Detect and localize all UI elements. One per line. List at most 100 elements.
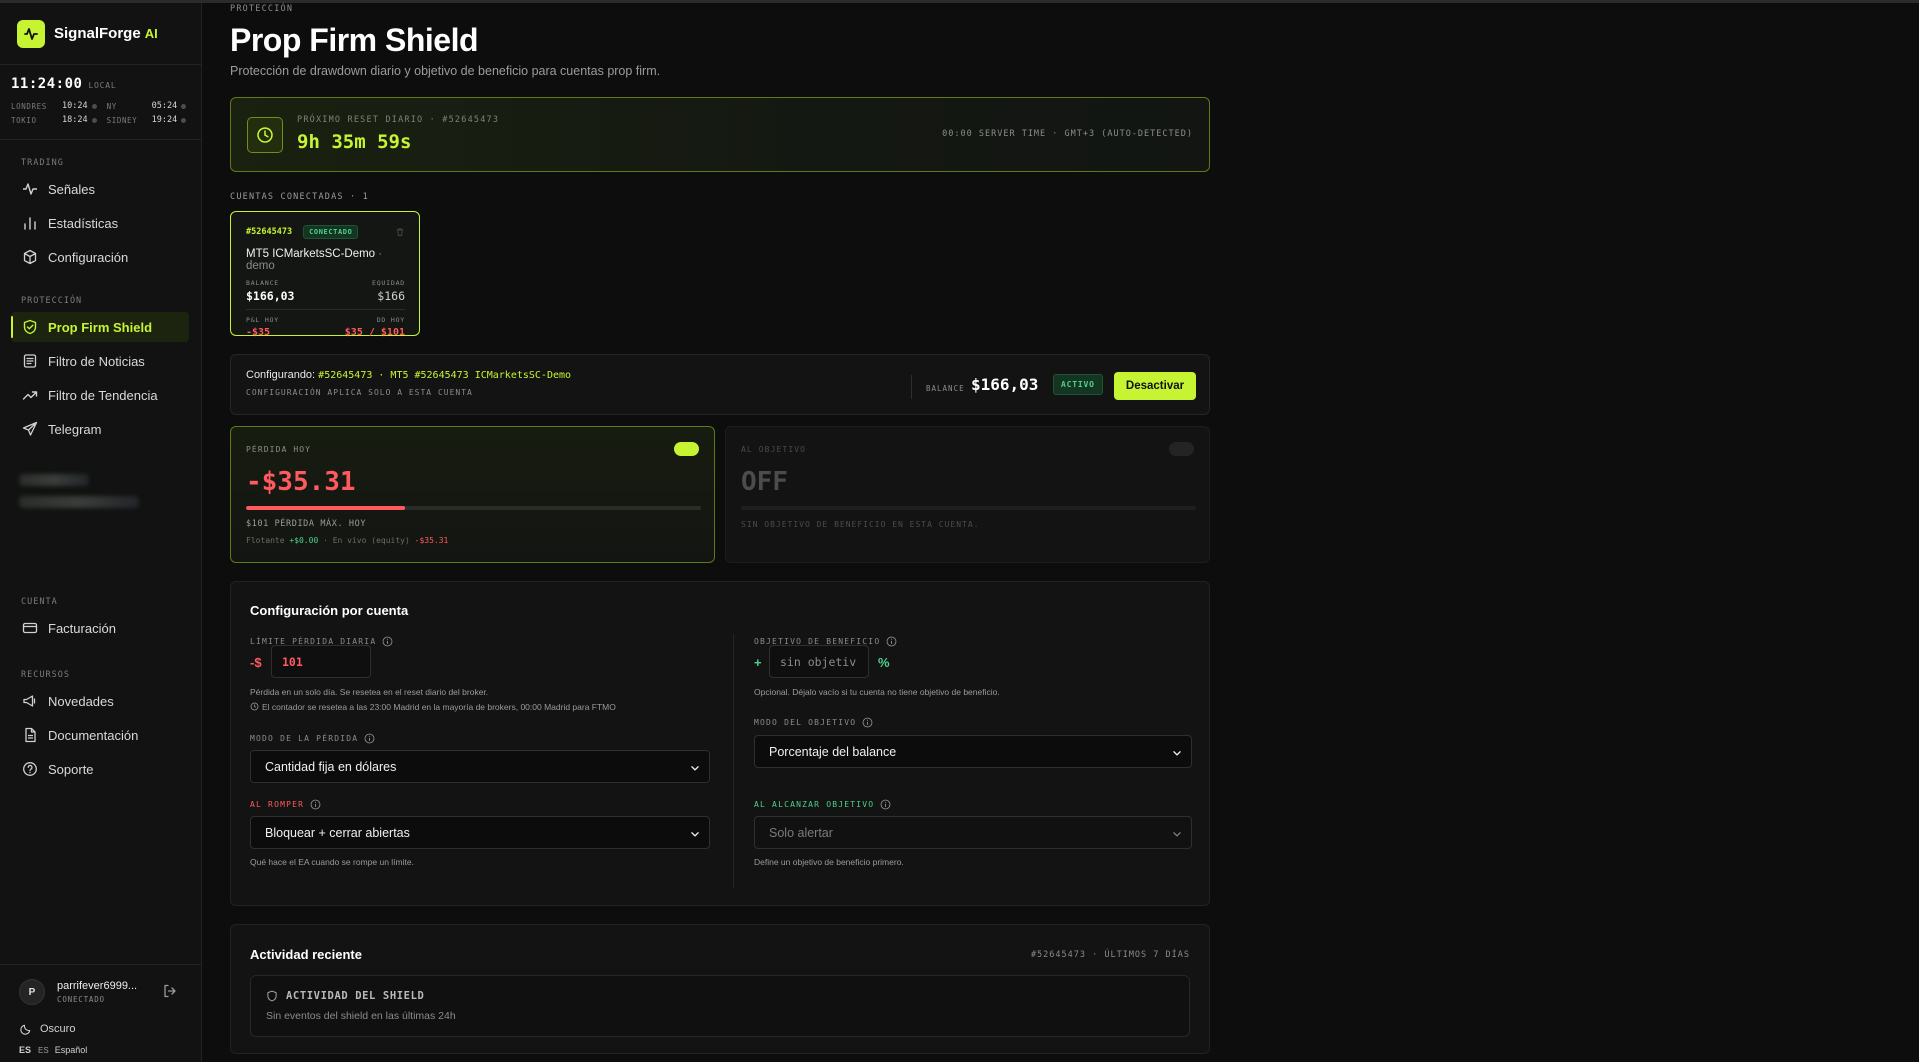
account-pnl: -$35 [246,327,271,338]
activity-range: #52645473 · ÚLTIMOS 7 DÍAS [1030,950,1190,960]
on-target-select[interactable]: Solo alertar [754,816,1192,849]
account-balance: $166,03 [246,289,295,303]
loss-toggle[interactable] [674,442,699,456]
loss-mode-label: MODO DE LA PÉRDIDA [250,733,375,744]
sidebar-item-novedades[interactable]: Novedades [0,686,201,716]
sidebar-item-documentacion[interactable]: Documentación [0,720,201,750]
clock-icon [247,117,283,153]
info-icon[interactable] [382,636,393,647]
flag-icon: ES [19,1045,32,1055]
brand[interactable]: SignalForge AI [0,3,201,65]
sidebar-item-soporte[interactable]: Soporte [0,754,201,784]
loss-prefix: -$ [250,655,262,670]
connected-accounts-label: CUENTAS CONECTADAS · 1 [230,192,369,202]
sidebar-item-configuracion[interactable]: Configuración [0,242,201,272]
objective-mode-select[interactable]: Porcentaje del balance [754,735,1192,768]
language-selector[interactable]: ES ES Español [19,1045,87,1055]
logout-icon[interactable] [162,983,178,999]
bar-chart-icon [24,217,36,230]
loss-today-card: PÉRDIDA HOY -$35.31 $101 PÉRDIDA MÁX. HO… [230,426,715,563]
theme-toggle[interactable]: Oscuro [20,1023,75,1035]
profit-prefix: + [754,655,762,670]
on-break-label: AL ROMPER [250,799,321,810]
lang-name: Español [54,1045,88,1055]
pulse-icon [23,183,37,195]
profit-target-help: Opcional. Déjalo vacío si tu cuenta no t… [754,687,1000,697]
shield-activity-box: ACTIVIDAD DEL SHIELD Sin eventos del shi… [250,975,1190,1037]
zone-london: LONDRES 10:24 [11,101,97,111]
info-icon[interactable] [862,717,873,728]
local-label: LOCAL [88,81,117,90]
recent-activity: Actividad reciente #52645473 · ÚLTIMOS 7… [230,924,1210,1054]
page-title: Prop Firm Shield [230,22,479,58]
info-icon[interactable] [880,799,891,810]
document-icon [25,727,36,743]
account-id: #52645473 [246,227,293,237]
account-dd: $35 / $101 [344,327,405,338]
brand-suffix: AI [144,26,158,41]
loss-mode-select[interactable]: Cantidad fija en dólares [250,750,710,783]
megaphone-icon [23,695,36,707]
shield-check-icon [23,319,37,335]
settings-title: Configuración por cuenta [250,603,409,618]
shield-icon [267,990,277,1002]
blurred-content [13,464,203,574]
activity-empty: Sin eventos del shield en las últimas 24… [266,1010,456,1022]
objective-note: SIN OBJETIVO DE BENEFICIO EN ESTA CUENTA… [741,520,980,529]
status-badge: CONECTADO [303,225,359,239]
chevron-down-icon [1173,832,1181,837]
server-time: 00:00 SERVER TIME · GMT+3 (AUTO-DETECTED… [942,129,1193,139]
sidebar-item-filtro-tendencia[interactable]: Filtro de Tendencia [0,380,201,410]
on-target-help: Define un objetivo de beneficio primero. [754,857,904,867]
account-name: MT5 ICMarketsSC-Demo · demo [246,248,383,272]
help-circle-icon [23,762,37,776]
page-eyebrow: PROTECCIÓN [230,4,294,14]
active-badge: ACTIVO [1053,374,1103,395]
sidebar-item-prop-firm-shield[interactable]: Prop Firm Shield [11,312,189,342]
cube-icon [23,249,37,265]
user-profile[interactable]: P parrifever6999... CONECTADO [0,964,202,1019]
page-subtitle: Protección de drawdown diario y objetivo… [230,64,661,78]
signal-logo-icon [17,19,45,48]
sidebar-item-facturacion[interactable]: Facturación [0,613,201,643]
zone-tokyo: TOKIO 18:24 [11,115,97,125]
configuring-bar: Configurando: #52645473 · MT5 #52645473 … [230,354,1210,415]
avatar: P [19,979,45,1005]
window-top-border [0,0,1919,3]
section-recursos: RECURSOS [21,670,70,680]
profit-target-input[interactable]: sin objetiv [769,645,869,678]
account-card[interactable]: #52645473 CONECTADO MT5 ICMarketsSC-Demo… [230,211,420,338]
status-dot-icon [91,103,97,109]
info-icon[interactable] [886,636,897,647]
float-line: Flotante +$0.00 · En vivo (equity) -$35.… [246,536,449,545]
sidebar-item-estadisticas[interactable]: Estadísticas [0,208,201,238]
status-dot-icon [181,103,187,109]
newspaper-icon [23,354,37,368]
sidebar-item-filtro-noticias[interactable]: Filtro de Noticias [0,346,201,376]
chevron-down-icon [1173,751,1181,756]
objective-value: OFF [741,467,788,497]
info-icon[interactable] [310,799,321,810]
section-cuenta: CUENTA [21,597,58,607]
status-dot-icon [181,117,187,123]
objective-card: AL OBJETIVO OFF SIN OBJETIVO DE BENEFICI… [725,426,1210,563]
reset-countdown: 9h 35m 59s [297,131,412,153]
status-dot-icon [91,117,97,123]
lang-code: ES [38,1045,49,1055]
sidebar-item-senales[interactable]: Señales [0,174,201,204]
configuring-balance: $166,03 [971,375,1039,394]
sidebar-item-telegram[interactable]: Telegram [0,414,201,444]
info-icon[interactable] [364,733,375,744]
max-loss: $101 PÉRDIDA MÁX. HOY [246,519,367,529]
trash-icon[interactable] [395,227,405,237]
on-break-help: Qué hace el EA cuando se rompe un límite… [250,857,414,867]
chevron-down-icon [691,832,699,837]
deactivate-button[interactable]: Desactivar [1114,372,1196,400]
credit-card-icon [22,622,38,634]
objective-toggle[interactable] [1169,442,1194,456]
user-name: parrifever6999... [57,980,138,992]
daily-reset-card: PRÓXIMO RESET DIARIO · #52645473 9h 35m … [230,97,1210,172]
on-break-select[interactable]: Bloquear + cerrar abiertas [250,816,710,849]
daily-limit-input[interactable]: 101 [271,645,371,678]
daily-limit-help: Pérdida en un solo día. Se resetea en el… [250,687,489,697]
